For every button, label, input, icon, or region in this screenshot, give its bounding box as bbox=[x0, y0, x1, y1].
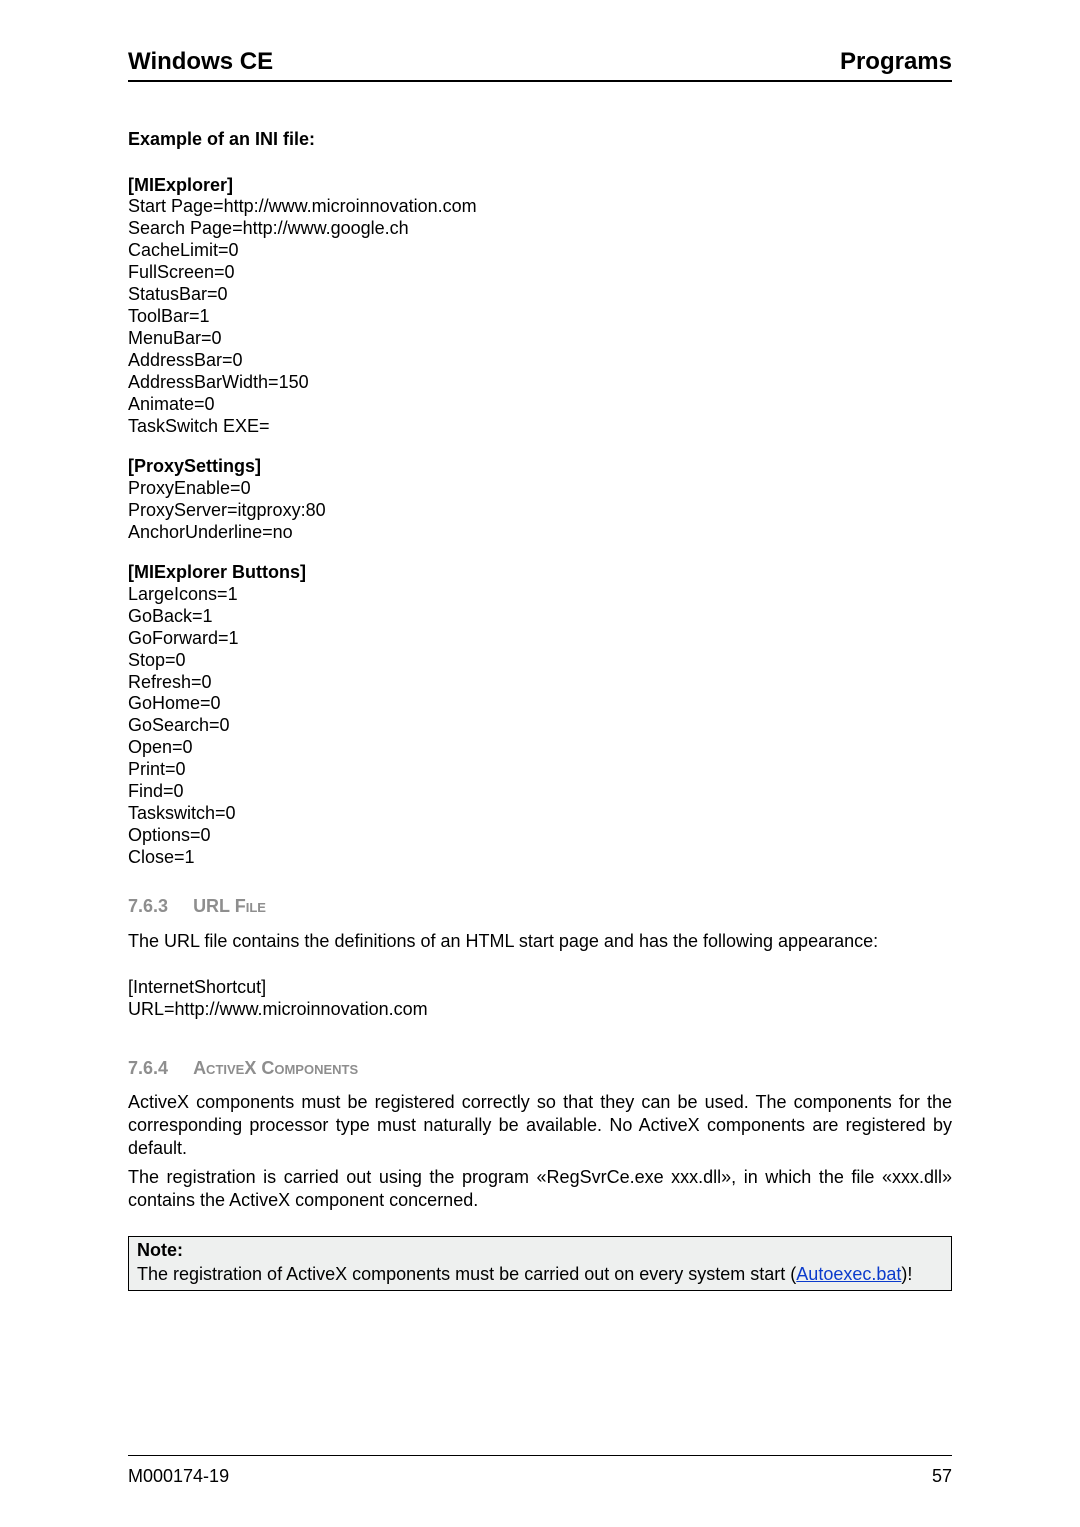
ini-line: GoHome=0 bbox=[128, 693, 952, 715]
section-heading-763: 7.6.3 URL File bbox=[128, 895, 952, 918]
page-footer: M000174-19 57 bbox=[128, 1455, 952, 1487]
ini-line: Refresh=0 bbox=[128, 672, 952, 694]
note-label: Note: bbox=[137, 1240, 183, 1260]
header-left: Windows CE bbox=[128, 48, 273, 76]
ini-line: FullScreen=0 bbox=[128, 262, 952, 284]
ini-line: StatusBar=0 bbox=[128, 284, 952, 306]
ini-section-header: [ProxySettings] bbox=[128, 456, 952, 478]
ini-line: Taskswitch=0 bbox=[128, 803, 952, 825]
ini-line: GoBack=1 bbox=[128, 606, 952, 628]
ini-line: ProxyServer=itgproxy:80 bbox=[128, 500, 952, 522]
ini-line: AddressBarWidth=150 bbox=[128, 372, 952, 394]
ini-section-miexplorer-buttons: [MIExplorer Buttons] LargeIcons=1 GoBack… bbox=[128, 562, 952, 869]
autoexec-link[interactable]: Autoexec.bat bbox=[796, 1264, 901, 1284]
header-right: Programs bbox=[840, 48, 952, 76]
ini-line: Start Page=http://www.microinnovation.co… bbox=[128, 196, 952, 218]
url-file-line: [InternetShortcut] bbox=[128, 977, 952, 999]
ini-section-header: [MIExplorer Buttons] bbox=[128, 562, 952, 584]
ini-line: GoSearch=0 bbox=[128, 715, 952, 737]
section-764-para1: ActiveX components must be registered co… bbox=[128, 1091, 952, 1160]
ini-line: Open=0 bbox=[128, 737, 952, 759]
note-box: Note: The registration of ActiveX compon… bbox=[128, 1236, 952, 1291]
section-764-para2: The registration is carried out using th… bbox=[128, 1166, 952, 1212]
page-header: Windows CE Programs bbox=[128, 48, 952, 82]
ini-section-proxysettings: [ProxySettings] ProxyEnable=0 ProxyServe… bbox=[128, 456, 952, 544]
ini-line: TaskSwitch EXE= bbox=[128, 416, 952, 438]
ini-line: Animate=0 bbox=[128, 394, 952, 416]
ini-line: ToolBar=1 bbox=[128, 306, 952, 328]
footer-doc-id: M000174-19 bbox=[128, 1466, 229, 1487]
ini-line: AnchorUnderline=no bbox=[128, 522, 952, 544]
ini-line: MenuBar=0 bbox=[128, 328, 952, 350]
ini-line: Stop=0 bbox=[128, 650, 952, 672]
ini-line: GoForward=1 bbox=[128, 628, 952, 650]
example-heading: Example of an INI file: bbox=[128, 128, 952, 151]
section-number: 7.6.3 bbox=[128, 896, 168, 916]
ini-line: LargeIcons=1 bbox=[128, 584, 952, 606]
page-body: Example of an INI file: [MIExplorer] Sta… bbox=[128, 128, 952, 1365]
ini-line: Find=0 bbox=[128, 781, 952, 803]
ini-line: CacheLimit=0 bbox=[128, 240, 952, 262]
ini-line: AddressBar=0 bbox=[128, 350, 952, 372]
section-heading-764: 7.6.4 ActiveX Components bbox=[128, 1057, 952, 1080]
ini-section-miexplorer: [MIExplorer] Start Page=http://www.micro… bbox=[128, 175, 952, 438]
ini-section-header: [MIExplorer] bbox=[128, 175, 952, 197]
note-text-before: The registration of ActiveX components m… bbox=[137, 1264, 796, 1284]
note-text-after: )! bbox=[901, 1264, 912, 1284]
ini-line: Search Page=http://www.google.ch bbox=[128, 218, 952, 240]
ini-line: Print=0 bbox=[128, 759, 952, 781]
footer-page-number: 57 bbox=[932, 1466, 952, 1487]
section-763-intro: The URL file contains the definitions of… bbox=[128, 930, 952, 953]
ini-line: Options=0 bbox=[128, 825, 952, 847]
ini-line: Close=1 bbox=[128, 847, 952, 869]
section-title: URL File bbox=[193, 896, 266, 916]
url-file-line: URL=http://www.microinnovation.com bbox=[128, 999, 952, 1021]
ini-line: ProxyEnable=0 bbox=[128, 478, 952, 500]
section-title: ActiveX Components bbox=[193, 1058, 358, 1078]
section-number: 7.6.4 bbox=[128, 1058, 168, 1078]
page: Windows CE Programs Example of an INI fi… bbox=[0, 0, 1080, 1527]
